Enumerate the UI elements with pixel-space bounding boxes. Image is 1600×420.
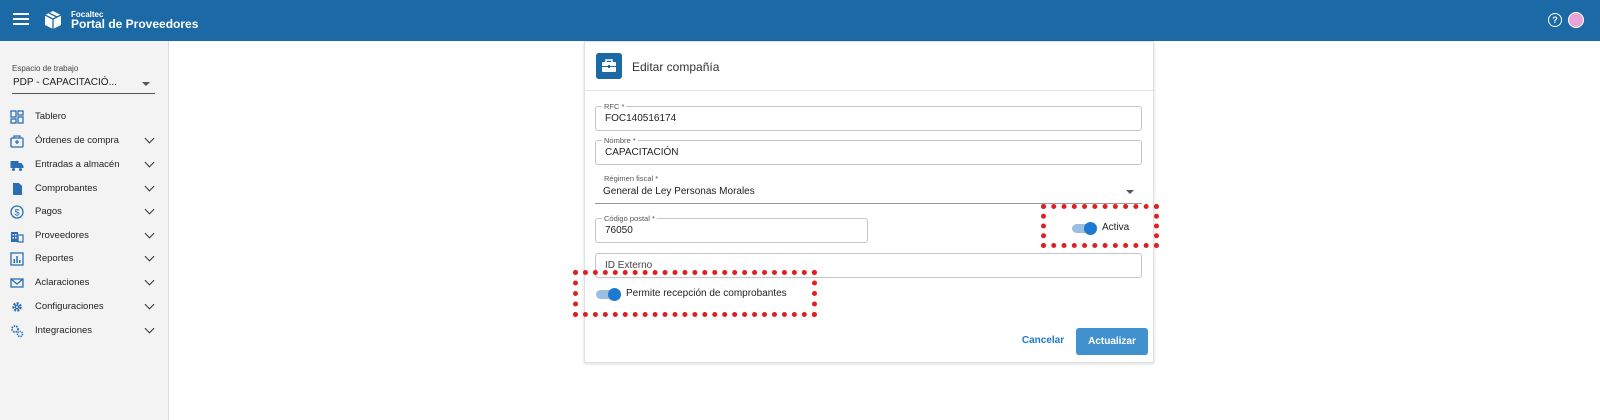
chevron-down-icon — [144, 157, 155, 168]
sidebar-item-integraciones[interactable]: Integraciones — [0, 320, 168, 342]
gear-icon — [12, 302, 22, 312]
chevron-down-icon — [144, 251, 155, 262]
page-title: Editar compañía — [632, 60, 720, 74]
update-button[interactable]: Actualizar — [1076, 328, 1148, 355]
sidebar-item-entradas[interactable]: Entradas a almacén — [0, 154, 168, 176]
sidebar-item-reportes[interactable]: Reportes — [0, 248, 168, 270]
sidebar-item-label: Comprobantes — [35, 183, 98, 194]
document-icon — [13, 183, 22, 195]
sidebar-item-label: Aclaraciones — [35, 277, 90, 288]
sidebar-item-ordenes[interactable]: Órdenes de compra — [0, 130, 168, 152]
workspace-label: Espacio de trabajo — [12, 64, 79, 73]
integrations-icon — [11, 325, 24, 338]
regimen-value: General de Ley Personas Morales — [603, 186, 755, 197]
chevron-down-icon — [144, 181, 155, 192]
highlight-box-permite — [573, 270, 817, 317]
chevron-down-icon — [144, 133, 155, 144]
sidebar-item-label: Reportes — [35, 253, 74, 264]
sidebar: Espacio de trabajo PDP - CAPACITACIÓ... … — [0, 41, 169, 420]
nombre-value: CAPACITACIÓN — [605, 147, 679, 158]
codigo-postal-label: Código postal * — [602, 214, 657, 223]
workspace-value: PDP - CAPACITACIÓ... — [13, 77, 117, 88]
cancel-button[interactable]: Cancelar — [1017, 331, 1069, 351]
highlight-box-activa — [1041, 204, 1159, 248]
chevron-down-icon — [144, 275, 155, 286]
rfc-value: FOC140516174 — [605, 113, 677, 124]
chevron-down-icon — [144, 299, 155, 310]
sidebar-item-comprobantes[interactable]: Comprobantes — [0, 178, 168, 200]
rfc-label: RFC * — [602, 102, 627, 111]
sidebar-item-label: Configuraciones — [35, 301, 104, 312]
sidebar-item-label: Entradas a almacén — [35, 159, 120, 170]
app-title: Portal de Proveedores — [71, 17, 199, 31]
regimen-fiscal-select[interactable]: Régimen fiscal * General de Ley Personas… — [595, 174, 1142, 204]
top-app-bar: Focaltec Portal de Proveedores ? — [0, 0, 1600, 41]
sidebar-item-configuraciones[interactable]: Configuraciones — [0, 296, 168, 318]
sidebar-item-label: Órdenes de compra — [35, 135, 119, 146]
avatar[interactable] — [1568, 12, 1584, 28]
sidebar-item-label: Integraciones — [35, 325, 93, 336]
dropdown-caret-icon — [142, 82, 150, 86]
svg-text:$: $ — [14, 208, 19, 218]
rfc-field[interactable]: RFC * FOC140516174 — [595, 102, 1142, 131]
dollar-icon: $ — [10, 205, 24, 219]
sidebar-item-pagos[interactable]: $ Pagos — [0, 201, 168, 223]
dropdown-caret-icon — [1126, 190, 1134, 194]
briefcase-icon — [596, 53, 622, 79]
nombre-field[interactable]: Nombre * CAPACITACIÓN — [595, 136, 1142, 165]
card-header: Editar compañía — [585, 42, 1153, 91]
chevron-down-icon — [144, 323, 155, 334]
chevron-down-icon — [144, 204, 155, 215]
box-logo-icon — [44, 11, 62, 29]
sidebar-item-aclaraciones[interactable]: Aclaraciones — [0, 272, 168, 294]
truck-icon — [10, 161, 24, 171]
codigo-postal-value: 76050 — [605, 225, 633, 236]
report-icon — [10, 252, 24, 266]
sidebar-item-label: Pagos — [35, 206, 62, 217]
chevron-down-icon — [144, 228, 155, 239]
sidebar-item-label: Proveedores — [35, 230, 89, 241]
dashboard-icon — [10, 110, 24, 124]
menu-icon[interactable] — [13, 13, 29, 27]
help-icon[interactable]: ? — [1548, 13, 1562, 27]
workspace-select[interactable]: PDP - CAPACITACIÓ... — [12, 76, 155, 94]
regimen-label: Régimen fiscal * — [602, 174, 661, 183]
building-icon — [11, 232, 24, 243]
purchase-orders-icon — [10, 135, 24, 148]
mail-icon — [10, 278, 24, 288]
sidebar-item-label: Tablero — [35, 111, 67, 122]
sidebar-item-tablero[interactable]: Tablero — [0, 106, 168, 128]
sidebar-item-proveedores[interactable]: Proveedores — [0, 225, 168, 247]
codigo-postal-field[interactable]: Código postal * 76050 — [595, 214, 868, 243]
nombre-label: Nombre * — [602, 136, 638, 145]
